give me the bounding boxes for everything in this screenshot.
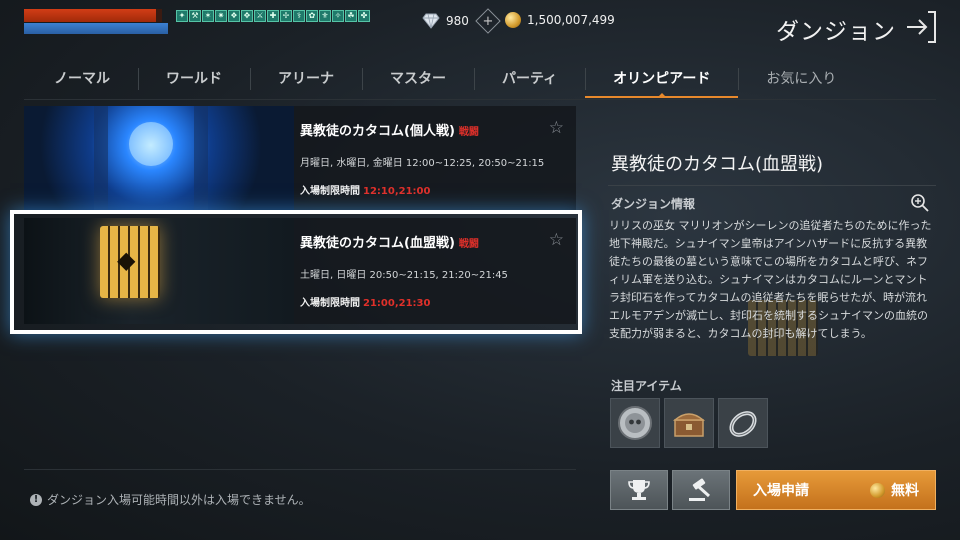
gold-coin-icon	[505, 12, 521, 28]
favorite-star-icon[interactable]: ☆	[549, 230, 564, 250]
page-title: ダンジョン	[776, 19, 896, 45]
entry-limit-times: 21:00,21:30	[363, 298, 431, 309]
tab-divider	[24, 99, 936, 100]
buff-icon: ✧	[332, 10, 344, 22]
buff-icon: ✤	[358, 10, 370, 22]
zoom-in-icon[interactable]	[910, 193, 930, 213]
skull-coin-icon	[618, 406, 652, 440]
buff-icon: ⚒	[189, 10, 201, 22]
hp-bar	[24, 9, 163, 22]
active-tab-caret	[656, 93, 667, 98]
tab-label: お気に入り	[766, 71, 837, 87]
entry-limit-label: 入場制限時間	[300, 298, 360, 309]
buff-icon: ✿	[306, 10, 318, 22]
entry-limit: 入場制限時間 21:00,21:30	[300, 294, 430, 309]
buff-icon: ✢	[280, 10, 292, 22]
buff-icon: ✥	[241, 10, 253, 22]
tab-normal[interactable]: ノーマル	[26, 62, 138, 94]
entry-limit: 入場制限時間 12:10,21:00	[300, 182, 430, 197]
gold-coin-icon	[870, 482, 885, 498]
dungeon-card-clan[interactable]: 異教徒のカタコム(血盟戦)戦闘 ☆ 土曜日, 日曜日 20:50~21:15, …	[24, 218, 576, 324]
buff-icon: ⚜	[319, 10, 331, 22]
warning-icon: !	[30, 493, 42, 506]
dungeon-name: 異教徒のカタコム(血盟戦) 戦闘	[300, 232, 479, 251]
entry-notice: ! ダンジョン入場可能時間以外は入場できません。	[30, 491, 311, 508]
buff-icon: ✚	[267, 10, 279, 22]
dungeon-schedule: 月曜日, 水曜日, 金曜日 12:00~12:25, 20:50~21:15	[300, 158, 545, 169]
tab-favorites[interactable]: お気に入り	[738, 62, 864, 94]
dungeon-card-solo[interactable]: 異教徒のカタコム(個人戦) 戦闘 ☆ 月曜日, 水曜日, 金曜日 12:00~12…	[24, 106, 576, 212]
buff-icon: ✦	[176, 10, 188, 22]
battle-tag: 戦闘	[458, 239, 479, 250]
enter-label: 入場申請	[753, 483, 809, 499]
entry-limit-label: 入場制限時間	[300, 186, 360, 197]
status-bars	[24, 9, 168, 34]
tab-party[interactable]: パーティ	[474, 62, 585, 94]
auction-button[interactable]	[672, 470, 730, 510]
gold-currency: 1,500,007,499	[505, 12, 615, 28]
notice-divider	[24, 469, 576, 470]
tab-label: パーティ	[502, 71, 558, 87]
item-slot[interactable]	[718, 398, 768, 448]
buff-list: ✦ ⚒ ✶ ✷ ❖ ✥ ⚔ ✚ ✢ ⚕ ✿ ⚜ ✧ ☘ ✤	[176, 10, 370, 22]
sealed-gate-illustration	[100, 226, 160, 298]
buff-icon: ✶	[202, 10, 214, 22]
dungeon-name-text: 異教徒のカタコム(個人戦)	[300, 124, 455, 139]
battle-tag: 戦闘	[458, 127, 479, 138]
treasure-chest-icon	[672, 413, 706, 437]
dungeon-info-heading: ダンジョン情報	[611, 197, 696, 211]
bracelet-icon	[729, 411, 757, 437]
exit-icon[interactable]	[904, 10, 938, 44]
notice-text: ダンジョン入場可能時間以外は入場できません。	[47, 493, 311, 507]
tab-label: オリンピアード	[613, 71, 711, 87]
gold-count: 1,500,007,499	[527, 13, 615, 27]
item-slot[interactable]	[664, 398, 714, 448]
buff-icon: ⚕	[293, 10, 305, 22]
diamond-currency: 980 +	[422, 8, 501, 34]
dungeon-name-text: 異教徒のカタコム(血盟戦)	[300, 236, 455, 251]
tab-label: ノーマル	[54, 71, 110, 87]
entry-fee: 無料	[870, 480, 919, 500]
tab-label: マスター	[390, 71, 446, 87]
detail-title: 異教徒のカタコム(血盟戦)	[611, 154, 824, 175]
auction-hammer-icon	[689, 478, 711, 501]
tab-label: ワールド	[166, 71, 222, 87]
ranking-button[interactable]	[610, 470, 668, 510]
entry-limit-times: 12:10,21:00	[363, 186, 431, 197]
buff-icon: ☘	[345, 10, 357, 22]
diamond-count: 980	[446, 14, 469, 28]
favorite-star-icon[interactable]: ☆	[549, 118, 564, 138]
featured-items-heading: 注目アイテム	[611, 379, 682, 393]
dungeon-thumbnail	[24, 218, 294, 324]
tab-master[interactable]: マスター	[362, 62, 474, 94]
tab-olympiad[interactable]: オリンピアード	[585, 62, 739, 98]
buff-icon: ⚔	[254, 10, 266, 22]
featured-items	[610, 398, 768, 448]
item-slot[interactable]	[610, 398, 660, 448]
buff-icon: ❖	[228, 10, 240, 22]
tab-world[interactable]: ワールド	[138, 62, 250, 94]
trophy-icon	[628, 480, 650, 500]
top-hud: ✦ ⚒ ✶ ✷ ❖ ✥ ⚔ ✚ ✢ ⚕ ✿ ⚜ ✧ ☘ ✤ 980 + 1,500,007,499 ダンジョ…	[0, 0, 960, 52]
mp-bar	[24, 23, 168, 34]
portal-illustration	[94, 106, 208, 212]
tab-arena[interactable]: アリーナ	[250, 62, 362, 94]
dungeon-name: 異教徒のカタコム(個人戦) 戦闘	[300, 120, 479, 139]
fee-label: 無料	[891, 483, 919, 499]
category-tabs: ノーマル ワールド アリーナ マスター パーティ オリンピアード お気に入り	[26, 62, 864, 100]
dungeon-description: リリスの巫女 マリリオンがシーレンの追従者たちのために作った地下神殿だ。シュナイ…	[609, 219, 932, 340]
dungeon-schedule: 土曜日, 日曜日 20:50~21:15, 21:20~21:45	[300, 270, 508, 281]
tab-label: アリーナ	[278, 71, 334, 87]
diamond-icon	[422, 13, 440, 29]
enter-request-button[interactable]: 入場申請 無料	[736, 470, 936, 510]
detail-divider	[608, 185, 936, 186]
buff-icon: ✷	[215, 10, 227, 22]
plus-icon: +	[482, 13, 494, 29]
dungeon-thumbnail	[24, 106, 294, 212]
add-diamond-button[interactable]: +	[475, 8, 501, 34]
dungeon-info: 異教徒のカタコム(個人戦) 戦闘 ☆ 月曜日, 水曜日, 金曜日 12:00~12…	[300, 106, 576, 212]
dungeon-info: 異教徒のカタコム(血盟戦) 戦闘 ☆ 土曜日, 日曜日 20:50~21:15, …	[300, 218, 576, 324]
